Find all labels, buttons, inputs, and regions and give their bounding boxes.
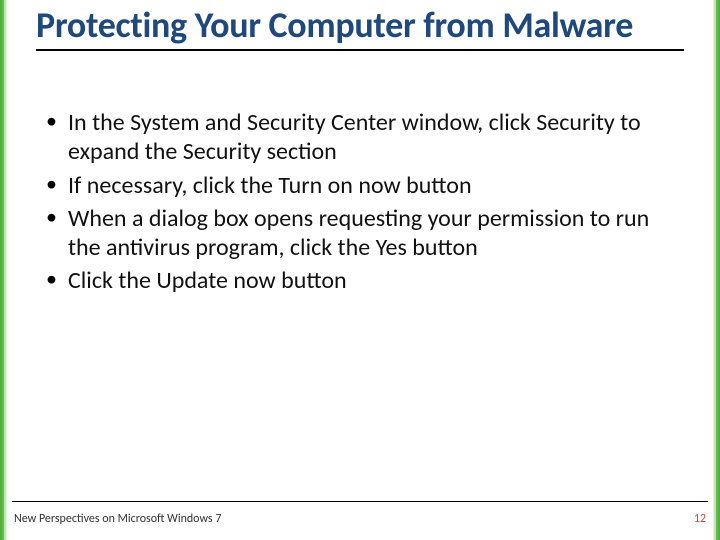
page-number: 12	[694, 512, 706, 526]
footer: New Perspectives on Microsoft Windows 7 …	[14, 512, 706, 526]
footer-text: New Perspectives on Microsoft Windows 7	[14, 512, 221, 526]
bullet-item: If necessary, click the Turn on now butt…	[40, 171, 684, 200]
bullet-item: When a dialog box opens requesting your …	[40, 204, 684, 263]
bullet-item: Click the Update now button	[40, 266, 684, 295]
slide-border-right	[713, 0, 720, 540]
bullet-list: In the System and Security Center window…	[40, 108, 684, 296]
slide-title: Protecting Your Computer from Malware	[36, 6, 684, 45]
slide-border-left	[0, 0, 7, 540]
body-block: In the System and Security Center window…	[40, 108, 684, 300]
slide: Protecting Your Computer from Malware In…	[0, 0, 720, 540]
bullet-item: In the System and Security Center window…	[40, 108, 684, 167]
title-block: Protecting Your Computer from Malware	[36, 6, 684, 51]
footer-rule	[12, 501, 708, 502]
